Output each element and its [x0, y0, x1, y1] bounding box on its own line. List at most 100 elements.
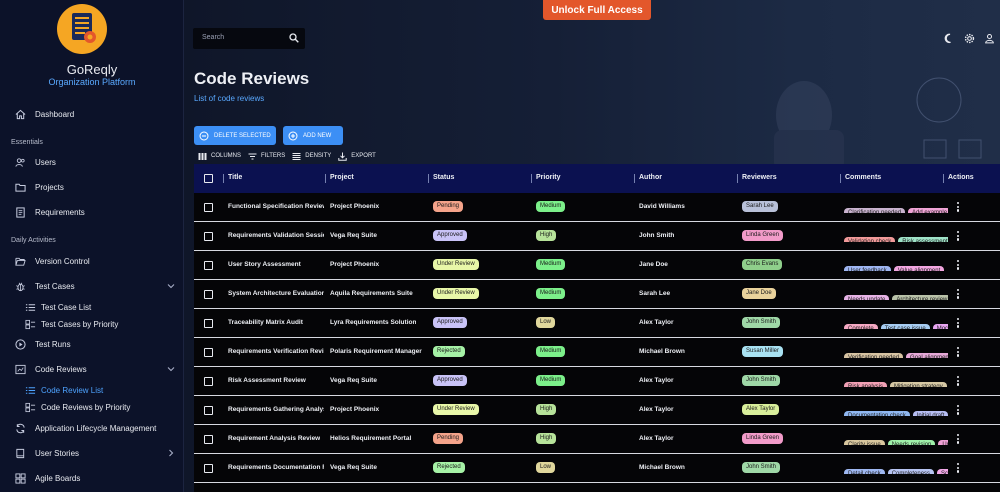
table-row[interactable]: Traceability Matrix Audit Lyra Requiremen… — [194, 309, 1000, 338]
filter-icon — [248, 152, 257, 160]
search-icon[interactable] — [289, 33, 299, 43]
book-icon — [16, 448, 25, 459]
folder-open-icon — [15, 257, 26, 266]
main-content: Unlock Full Access Search Code Reviews L… — [184, 0, 1000, 492]
column-header-reviewers[interactable]: Reviewers — [742, 174, 777, 181]
columns-icon — [198, 152, 207, 160]
table-row[interactable]: System Architecture Evaluation Aquila Req… — [194, 280, 1000, 309]
column-header-title[interactable]: Title — [228, 174, 242, 181]
dark-mode-icon[interactable] — [944, 33, 955, 44]
more-actions-icon[interactable] — [957, 231, 961, 242]
cell-author: Michael Brown — [639, 348, 685, 355]
sidebar-item-test-case-list[interactable]: Test Case List — [0, 298, 183, 316]
more-actions-icon[interactable] — [957, 202, 961, 213]
sidebar-item-test-cases-priority[interactable]: Test Cases by Priority — [0, 315, 183, 333]
section-heading-daily: Daily Activities — [11, 237, 56, 244]
comment-chip: Clarification needed — [844, 208, 906, 213]
more-actions-icon[interactable] — [957, 347, 961, 358]
home-icon — [15, 109, 26, 120]
density-button[interactable]: DENSITY — [292, 152, 331, 161]
more-actions-icon[interactable] — [957, 405, 961, 416]
reviewer-chip: Linda Green — [742, 433, 784, 444]
unlock-full-access-button[interactable]: Unlock Full Access — [543, 0, 651, 20]
column-header-project[interactable]: Project — [330, 174, 354, 181]
sidebar-item-version-control[interactable]: Version Control — [0, 252, 183, 270]
sidebar-item-agile-boards[interactable]: Agile Boards — [0, 469, 183, 487]
more-actions-icon[interactable] — [957, 463, 961, 474]
user-icon[interactable] — [984, 33, 995, 44]
sidebar-item-projects[interactable]: Projects — [0, 178, 183, 196]
cell-project: Project Phoenix — [330, 261, 380, 268]
gear-icon[interactable] — [964, 33, 975, 44]
cell-project: Project Phoenix — [330, 203, 380, 210]
table-row[interactable]: User Story Assessment Project Phoenix Unde… — [194, 251, 1000, 280]
more-actions-icon[interactable] — [957, 434, 961, 445]
table-row[interactable]: Requirements Verification Review Polaris … — [194, 338, 1000, 367]
horizontal-scrollbar[interactable] — [194, 486, 1000, 492]
column-header-author[interactable]: Author — [639, 174, 662, 181]
table-row[interactable]: Functional Specification Review Project P… — [194, 193, 1000, 222]
table-header: Title Project Status Priority Author Rev… — [194, 164, 1000, 193]
add-new-button[interactable]: ADD NEW — [283, 126, 343, 145]
row-checkbox[interactable] — [204, 232, 213, 241]
sidebar: GoReqly Organization Platform Dashboard … — [0, 0, 184, 492]
table-row[interactable]: Requirements Gathering Analysis Project P… — [194, 396, 1000, 425]
sidebar-item-alm[interactable]: Application Lifecycle Management — [0, 419, 183, 437]
select-all-checkbox[interactable] — [204, 174, 213, 183]
density-icon — [292, 152, 301, 160]
column-separator — [737, 174, 738, 183]
sidebar-item-test-runs[interactable]: Test Runs — [0, 335, 183, 353]
comment-chip: Documentation check — [844, 411, 910, 416]
sidebar-item-user-stories[interactable]: User Stories — [0, 444, 183, 462]
sidebar-item-code-reviews-priority[interactable]: Code Reviews by Priority — [0, 398, 183, 416]
priority-badge: Medium — [536, 375, 566, 386]
column-header-priority[interactable]: Priority — [536, 174, 561, 181]
search-input[interactable]: Search — [193, 28, 305, 49]
cell-title: System Architecture Evaluation — [228, 290, 324, 297]
row-checkbox[interactable] — [204, 203, 213, 212]
comment-chip: Mock — [932, 324, 948, 329]
row-checkbox[interactable] — [204, 464, 213, 473]
cell-author: Alex Taylor — [639, 406, 674, 413]
sidebar-item-label: Test Case List — [41, 302, 92, 312]
sync-icon — [16, 423, 25, 434]
reviewer-chip: John Smith — [742, 462, 781, 473]
section-heading-essentials: Essentials — [11, 139, 43, 146]
row-checkbox[interactable] — [204, 348, 213, 357]
filters-button[interactable]: FILTERS — [248, 152, 285, 161]
row-checkbox[interactable] — [204, 290, 213, 299]
row-checkbox[interactable] — [204, 377, 213, 386]
comment-chip: Initial draft — [912, 411, 948, 416]
table-row[interactable]: Requirement Analysis Review Helios Requir… — [194, 425, 1000, 454]
export-button[interactable]: EXPORT — [338, 152, 376, 161]
columns-button[interactable]: COLUMNS — [198, 152, 241, 161]
more-actions-icon[interactable] — [957, 289, 961, 300]
column-header-status[interactable]: Status — [433, 174, 454, 181]
sidebar-item-dashboard[interactable]: Dashboard — [0, 105, 183, 123]
sidebar-item-users[interactable]: Users — [0, 153, 183, 171]
priority-badge: Low — [536, 462, 556, 473]
sidebar-item-test-cases[interactable]: Test Cases — [0, 277, 183, 295]
review-icon — [15, 364, 26, 375]
sidebar-item-requirements[interactable]: Requirements — [0, 203, 183, 221]
sidebar-item-code-reviews[interactable]: Code Reviews — [0, 360, 183, 378]
org-subtitle: Organization Platform — [48, 77, 136, 87]
more-actions-icon[interactable] — [957, 260, 961, 271]
row-checkbox[interactable] — [204, 406, 213, 415]
delete-selected-button[interactable]: DELETE SELECTED — [194, 126, 276, 145]
more-actions-icon[interactable] — [957, 376, 961, 387]
row-checkbox[interactable] — [204, 319, 213, 328]
table-row[interactable]: Requirements Validation Session Vega Req … — [194, 222, 1000, 251]
row-checkbox[interactable] — [204, 261, 213, 270]
cell-title: Risk Assessment Review — [228, 377, 306, 384]
sidebar-item-code-review-list[interactable]: Code Review List — [0, 381, 183, 399]
reviewer-chip: John Smith — [742, 375, 781, 386]
more-actions-icon[interactable] — [957, 318, 961, 329]
comments-cell: Clarity issueNeeds revisionUpdate — [844, 433, 948, 445]
row-checkbox[interactable] — [204, 435, 213, 444]
status-badge: Under Review — [433, 288, 479, 299]
table-row[interactable]: Requirements Documentation Review Vega Re… — [194, 454, 1000, 483]
delete-selected-label: DELETE SELECTED — [214, 132, 271, 139]
table-row[interactable]: Risk Assessment Review Vega Req Suite Appr… — [194, 367, 1000, 396]
column-header-comments[interactable]: Comments — [845, 174, 881, 181]
